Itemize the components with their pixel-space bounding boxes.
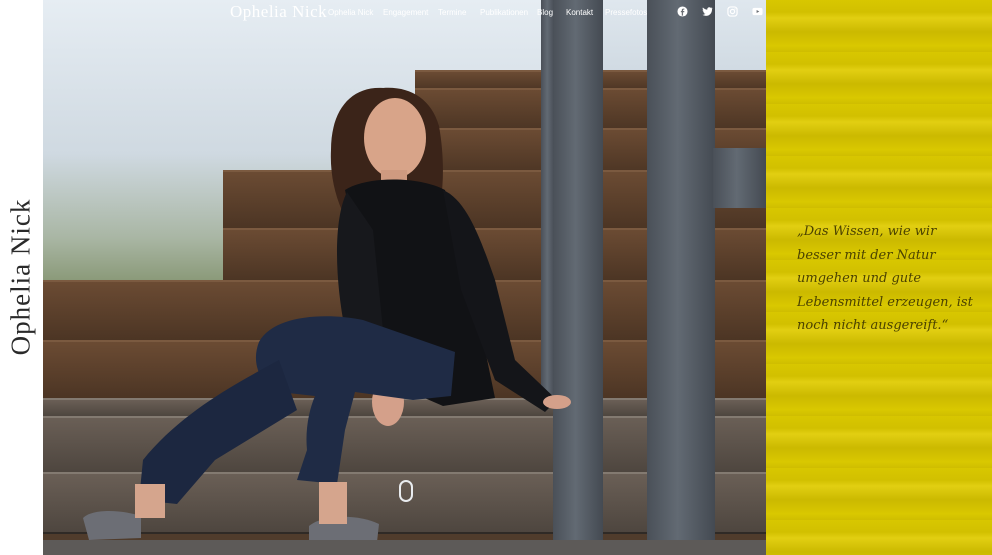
quote-text: „Das Wissen, wie wir besser mit der Natu… bbox=[797, 224, 973, 333]
steel-bracket bbox=[713, 148, 766, 208]
vertical-site-title: Ophelia Nick bbox=[5, 198, 36, 356]
top-navigation: Ophelia Nick Ophelia Nick Engagement Ter… bbox=[43, 0, 766, 24]
nav-item-publikationen[interactable]: Publikationen bbox=[480, 8, 528, 17]
nav-item-engagement[interactable]: Engagement bbox=[383, 8, 428, 17]
instagram-icon[interactable] bbox=[727, 6, 738, 17]
twitter-icon[interactable] bbox=[702, 6, 713, 17]
nav-item-pressefotos[interactable]: Pressefotos bbox=[605, 8, 647, 17]
nav-item-blog[interactable]: Blog bbox=[537, 8, 553, 17]
brand-logo[interactable]: Ophelia Nick bbox=[230, 2, 327, 22]
youtube-icon[interactable] bbox=[752, 6, 763, 17]
hero-photo: Ophelia Nick Ophelia Nick Engagement Ter… bbox=[43, 0, 766, 555]
steel-post bbox=[647, 0, 715, 540]
side-title-strip: Ophelia Nick bbox=[0, 0, 43, 555]
facebook-icon[interactable] bbox=[677, 6, 688, 17]
deck-floor bbox=[43, 540, 766, 555]
scroll-down-icon[interactable] bbox=[399, 480, 413, 502]
portrait-woman bbox=[83, 87, 571, 546]
nav-item-kontakt[interactable]: Kontakt bbox=[566, 8, 593, 17]
nav-item-termine[interactable]: Termine bbox=[438, 8, 466, 17]
nav-item-ophelia-nick[interactable]: Ophelia Nick bbox=[328, 8, 373, 17]
